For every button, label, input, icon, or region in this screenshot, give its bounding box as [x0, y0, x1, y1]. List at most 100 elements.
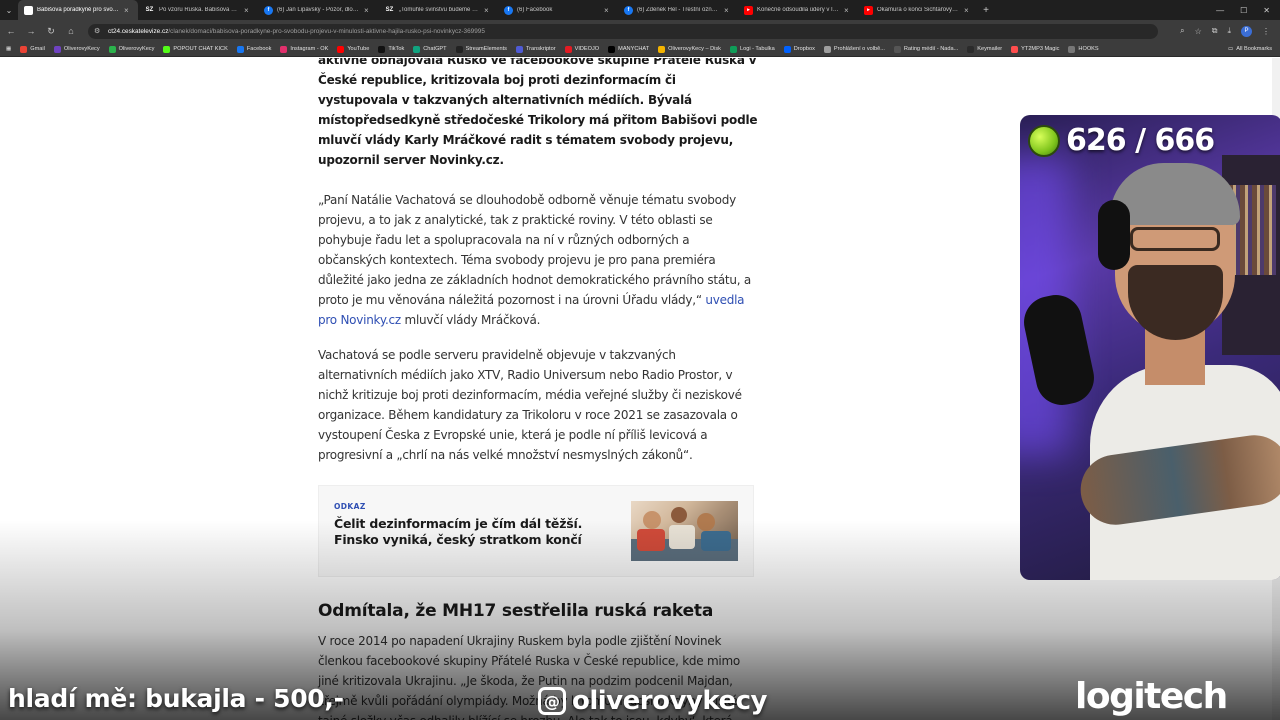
bookmark-item[interactable]: YT2MP3 Magic — [1011, 45, 1059, 53]
tab-4[interactable]: f (6) Facebook × — [498, 0, 618, 20]
related-article-card[interactable]: ODKAZ Čelit dezinformacím je čím dál těž… — [318, 485, 754, 577]
bookmark-favicon-icon — [783, 45, 791, 53]
bookmark-favicon-icon — [20, 45, 28, 53]
bookmark-item[interactable]: Instagram - OK — [280, 45, 328, 53]
back-icon[interactable]: ← — [2, 22, 20, 40]
tab-title: Babišova poradkyně pro svobo... — [37, 7, 120, 13]
bookmark-item[interactable]: Transkriptor — [515, 45, 556, 53]
bookmark-item[interactable]: VIDEOJO — [564, 45, 599, 53]
article-paragraph-1: „Paní Natálie Vachatová se dlouhodobě od… — [318, 190, 758, 330]
bookmark-label: Dropbox — [793, 46, 815, 52]
tab-close-icon[interactable]: × — [604, 6, 612, 15]
tab-title: Po vzoru Ruska. Babišova pora... — [159, 7, 240, 13]
threads-handle-text: oliverovykecy — [572, 686, 767, 716]
home-icon[interactable]: ⌂ — [62, 22, 80, 40]
all-bookmarks[interactable]: ▭ All Bookmarks — [1228, 46, 1280, 52]
bookmark-item[interactable]: YouTube — [337, 45, 369, 53]
tab-search-icon[interactable]: ⌄ — [0, 0, 18, 20]
bookmark-label: OliverovyKecy — [118, 46, 155, 52]
screen: ⌄ Babišova poradkyně pro svobo... × SZ Po v… — [0, 0, 1280, 720]
bookmark-favicon-icon — [893, 45, 901, 53]
tab-1[interactable]: SZ Po vzoru Ruska. Babišova pora... × — [138, 0, 258, 20]
reload-icon[interactable]: ↻ — [42, 22, 60, 40]
maximize-icon[interactable]: ☐ — [1240, 6, 1247, 15]
bookmark-favicon-icon — [236, 45, 244, 53]
tab-close-icon[interactable]: × — [724, 6, 732, 15]
bookmark-label: Gmail — [30, 46, 45, 52]
tab-close-icon[interactable]: × — [844, 6, 852, 15]
tab-title: (6) Facebook — [517, 7, 553, 13]
apps-icon[interactable]: ▦ — [6, 46, 11, 52]
tab-close-icon[interactable]: × — [964, 6, 972, 15]
menu-icon[interactable]: ⋮ — [1262, 27, 1270, 36]
bookmark-item[interactable]: OliverovyKecy — [53, 45, 100, 53]
tab-title: „Tomuhle svinstvu budeme brá... — [399, 7, 480, 13]
related-title[interactable]: Čelit dezinformacím je čím dál těžší. Fi… — [334, 516, 619, 548]
close-window-icon[interactable]: ✕ — [1263, 6, 1270, 15]
site-info-icon[interactable]: ⚙ — [94, 27, 104, 35]
bookmark-star-icon[interactable]: ☆ — [1195, 27, 1202, 36]
bookmark-favicon-icon — [823, 45, 831, 53]
tab-3[interactable]: SZ „Tomuhle svinstvu budeme brá... × — [378, 0, 498, 20]
sponsor-logo: logitech — [1075, 676, 1228, 717]
bookmark-label: Keymailer — [977, 46, 1003, 52]
bookmark-favicon-icon — [337, 45, 345, 53]
address-bar[interactable]: ⚙ ct24.ceskatelevize.cz /clanek/domaci/b… — [88, 23, 1158, 39]
tab-close-icon[interactable]: × — [364, 6, 372, 15]
article-paragraph-2: Vachatová se podle serveru pravidelně ob… — [318, 348, 742, 462]
section-heading: Odmítala, že MH17 sestřelila ruská raket… — [318, 601, 714, 621]
bookmark-label: ChatGPT — [423, 46, 447, 52]
bookmark-label: HOOKS — [1078, 46, 1099, 52]
article-perex: aktivně obhajovala Rusko ve facebookové … — [318, 58, 758, 167]
profile-avatar[interactable]: P — [1241, 25, 1252, 37]
bookmark-label: MANYCHAT — [618, 46, 650, 52]
bookmark-favicon-icon — [1068, 45, 1076, 53]
bookmark-item[interactable]: Prohlášení o volbě... — [823, 45, 885, 53]
donation-ticker: hladí mě: bukajla - 500,- — [8, 684, 344, 713]
minimize-icon[interactable]: — — [1216, 6, 1224, 15]
tab-6[interactable]: ▸ Konečně odsoudila údery v Írá... × — [738, 0, 858, 20]
download-icon[interactable]: ⤓ — [1227, 26, 1231, 36]
article-body: aktivně obhajovala Rusko ve facebookové … — [318, 58, 758, 720]
tab-5[interactable]: f (6) Zdenek Hel - Trestní oznám... × — [618, 0, 738, 20]
bookmark-item[interactable]: Rating médií - Nada... — [893, 45, 958, 53]
zoom-icon[interactable]: ⌕ — [1180, 26, 1184, 36]
window-controls: — ☐ ✕ — [1216, 0, 1280, 20]
tab-0[interactable]: Babišova poradkyně pro svobo... × — [18, 0, 138, 20]
youtube-icon: ▸ — [864, 5, 873, 15]
forward-icon[interactable]: → — [22, 22, 40, 40]
all-bookmarks-label: All Bookmarks — [1236, 46, 1272, 52]
bookmark-item[interactable]: ChatGPT — [413, 45, 447, 53]
facebook-icon: f — [264, 5, 273, 15]
tab-close-icon[interactable]: × — [124, 6, 132, 15]
bookmark-item[interactable]: StreamElements — [455, 45, 507, 53]
tab-close-icon[interactable]: × — [244, 6, 252, 15]
bookmark-item[interactable]: TikTok — [378, 45, 405, 53]
bookmark-item[interactable]: Facebook — [236, 45, 271, 53]
tab-close-icon[interactable]: × — [484, 6, 492, 15]
bookmark-label: Prohlášení o volbě... — [833, 46, 885, 52]
bookmark-label: OliverovyKecy – Disk — [668, 46, 721, 52]
bookmark-label: Logi - Tabulka — [739, 46, 775, 52]
bookmark-label: TikTok — [388, 46, 405, 52]
bookmark-favicon-icon — [455, 45, 463, 53]
bookmark-item[interactable]: Gmail — [20, 45, 45, 53]
bookmark-item[interactable]: OliverovyKecy – Disk — [658, 45, 721, 53]
bookmark-item[interactable]: MANYCHAT — [608, 45, 650, 53]
bookmark-item[interactable]: POPOUT CHAT KICK — [163, 45, 228, 53]
tab-7[interactable]: ▸ Okamura o konci Šichtařových... × — [858, 0, 978, 20]
bookmark-item[interactable]: OliverovyKecy — [108, 45, 155, 53]
tab-2[interactable]: f (6) Jan Lipavský - Pozor, dlouh... × — [258, 0, 378, 20]
bookmark-favicon-icon — [413, 45, 421, 53]
new-tab-icon[interactable]: + — [978, 0, 994, 20]
bookmark-favicon-icon — [967, 45, 975, 53]
bookmark-item[interactable]: Keymailer — [967, 45, 1003, 53]
bookmark-item[interactable]: Logi - Tabulka — [729, 45, 775, 53]
bookmark-item[interactable]: Dropbox — [783, 45, 815, 53]
related-thumbnail[interactable] — [631, 501, 738, 561]
threads-handle: @ oliverovykecy — [538, 686, 767, 716]
threads-icon: @ — [538, 687, 566, 715]
extensions-icon[interactable]: ⧉ — [1212, 26, 1218, 36]
bookmark-item[interactable]: HOOKS — [1068, 45, 1099, 53]
facebook-icon: f — [624, 5, 633, 15]
